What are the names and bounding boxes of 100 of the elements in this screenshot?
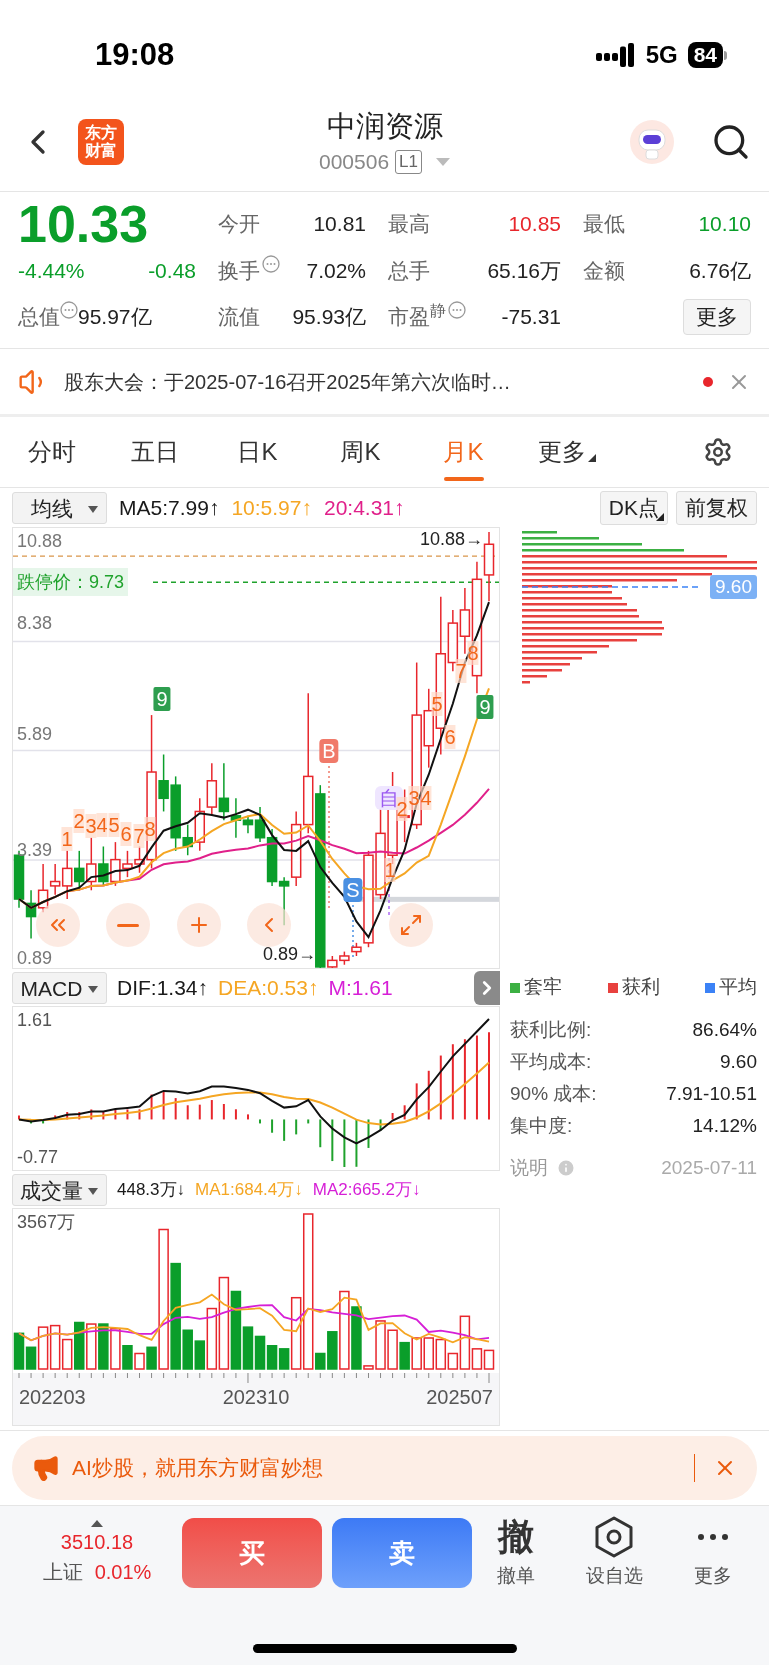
legend-label: 获利: [621, 975, 660, 1000]
stock-code: 000506: [319, 148, 390, 175]
macd-bar: [283, 1118, 286, 1142]
macd-bar: [138, 1108, 141, 1121]
macd-bar: [222, 1103, 225, 1121]
axis-label: 8.38: [17, 614, 53, 632]
volume-bar: [387, 1329, 398, 1370]
axis-label: 3567万: [17, 1213, 76, 1231]
signal-marker: 8: [144, 817, 156, 841]
chart-control-button[interactable]: [177, 903, 221, 947]
chart-control-button[interactable]: [247, 903, 291, 947]
ellipsis-circle-icon[interactable]: [448, 301, 466, 320]
chart-option-button[interactable]: 前复权: [676, 490, 757, 525]
signal-marker: 8: [467, 641, 479, 665]
macd-value: M:1.61: [328, 974, 393, 1001]
expand-panel-button[interactable]: [474, 970, 500, 1005]
indicator-dropdown[interactable]: 成交量: [12, 1173, 107, 1206]
macd-bar: [439, 1054, 442, 1121]
macd-bar: [210, 1099, 213, 1121]
legend-label: 套牢: [524, 975, 562, 1000]
macd-bar: [391, 1112, 394, 1121]
macd-bar: [90, 1108, 93, 1121]
macd-bar: [367, 1118, 370, 1149]
volume-bar: [134, 1352, 145, 1370]
more-button[interactable]: 更多: [683, 299, 751, 335]
volume-bar: [266, 1345, 278, 1370]
signal-marker: B: [319, 739, 339, 763]
chart-control-button[interactable]: [389, 903, 433, 947]
chart-option-button[interactable]: DK点: [599, 490, 668, 525]
macd-bar: [186, 1104, 189, 1121]
volume-value: MA1:684.4万↓: [195, 1178, 303, 1201]
stat-label: 总值: [18, 304, 60, 331]
caret-icon[interactable]: [436, 157, 450, 166]
macd-bar: [198, 1103, 201, 1121]
signal-marker: 1: [61, 827, 73, 851]
robot-avatar-icon[interactable]: [629, 118, 675, 165]
indicator-dropdown[interactable]: MACD: [12, 971, 107, 1004]
stat-label: 流值: [218, 304, 260, 331]
settings-button[interactable]: [703, 437, 733, 467]
macd-value: DIF:1.34↑: [117, 974, 209, 1001]
caret-icon: [88, 505, 98, 513]
axis-label: 202507: [426, 1387, 493, 1407]
macd-bar: [427, 1069, 430, 1121]
indicator-dropdown[interactable]: 均线: [12, 491, 107, 524]
macd-bar: [403, 1104, 406, 1121]
volume-bar: [254, 1335, 266, 1370]
macd-bar: [415, 1082, 418, 1121]
info-icon[interactable]: [556, 1158, 576, 1178]
macd-bar: [114, 1108, 117, 1121]
more-dots-icon: [697, 1533, 728, 1540]
chip-date: 2025-07-11: [661, 1155, 757, 1180]
signal-marker: 6: [120, 822, 132, 846]
caret-icon: [587, 454, 596, 462]
candle: [206, 762, 218, 817]
signal-marker: 7: [455, 659, 467, 683]
signal-marker: 2: [73, 809, 85, 833]
macd-bar: [234, 1108, 237, 1121]
macd-bar: [271, 1118, 274, 1134]
caret-icon: [88, 985, 98, 993]
toolbar-action[interactable]: 撤 撤单: [497, 1515, 536, 1591]
chart-tab[interactable]: 五日: [103, 417, 206, 487]
toolbar-action[interactable]: 设自选: [586, 1515, 643, 1591]
volume-bar: [86, 1323, 97, 1370]
macd-bar: [246, 1113, 249, 1121]
chart-tab[interactable]: 更多: [515, 417, 618, 487]
corner-triangle-icon: [656, 512, 664, 521]
stat-value: 6.76亿: [689, 258, 751, 285]
chip-stat-value: 9.60: [720, 1049, 757, 1074]
megaphone-icon: [32, 1454, 60, 1482]
volume-bar: [423, 1337, 434, 1370]
macd-bar: [162, 1090, 165, 1121]
chart-control-button[interactable]: [36, 903, 80, 947]
axis-label: 3.39: [17, 841, 53, 859]
signal-marker: 4: [96, 813, 108, 837]
expand-up-icon[interactable]: [91, 1519, 103, 1527]
chart-tab[interactable]: 日K: [206, 417, 309, 487]
stat-label: 最低: [583, 211, 625, 238]
stat-value: 10.85: [508, 211, 561, 238]
signal-marker: 3: [408, 786, 420, 810]
axis-label: 202310: [222, 1387, 290, 1407]
app-logo: 东方 财富: [78, 118, 124, 165]
chip-stat-label: 90% 成本:: [510, 1081, 597, 1106]
chip-stat-value: 7.91-10.51: [666, 1081, 757, 1106]
chart-control-button[interactable]: [106, 903, 150, 947]
chart-tab[interactable]: 周K: [309, 417, 412, 487]
index-change: 0.01%: [94, 1559, 152, 1585]
macd-bar: [307, 1118, 310, 1125]
ellipsis-circle-icon[interactable]: [262, 255, 280, 274]
notice-text[interactable]: 股东大会：于2025-07-16召开2025年第六次临时…: [64, 366, 689, 397]
signal-marker: 9: [476, 695, 494, 719]
toolbar-action[interactable]: 更多: [693, 1515, 732, 1591]
candle: [25, 889, 37, 940]
stat-label: 最高: [388, 211, 430, 238]
ellipsis-circle-icon[interactable]: [60, 301, 78, 320]
candle: [98, 845, 109, 887]
stat-value: 10.81: [313, 211, 366, 238]
chip-stat-label: 平均成本:: [510, 1049, 592, 1074]
stat-label: 金额: [583, 258, 625, 285]
expand-arrows-icon: [399, 913, 423, 937]
chart-tab[interactable]: 分时: [0, 417, 103, 487]
